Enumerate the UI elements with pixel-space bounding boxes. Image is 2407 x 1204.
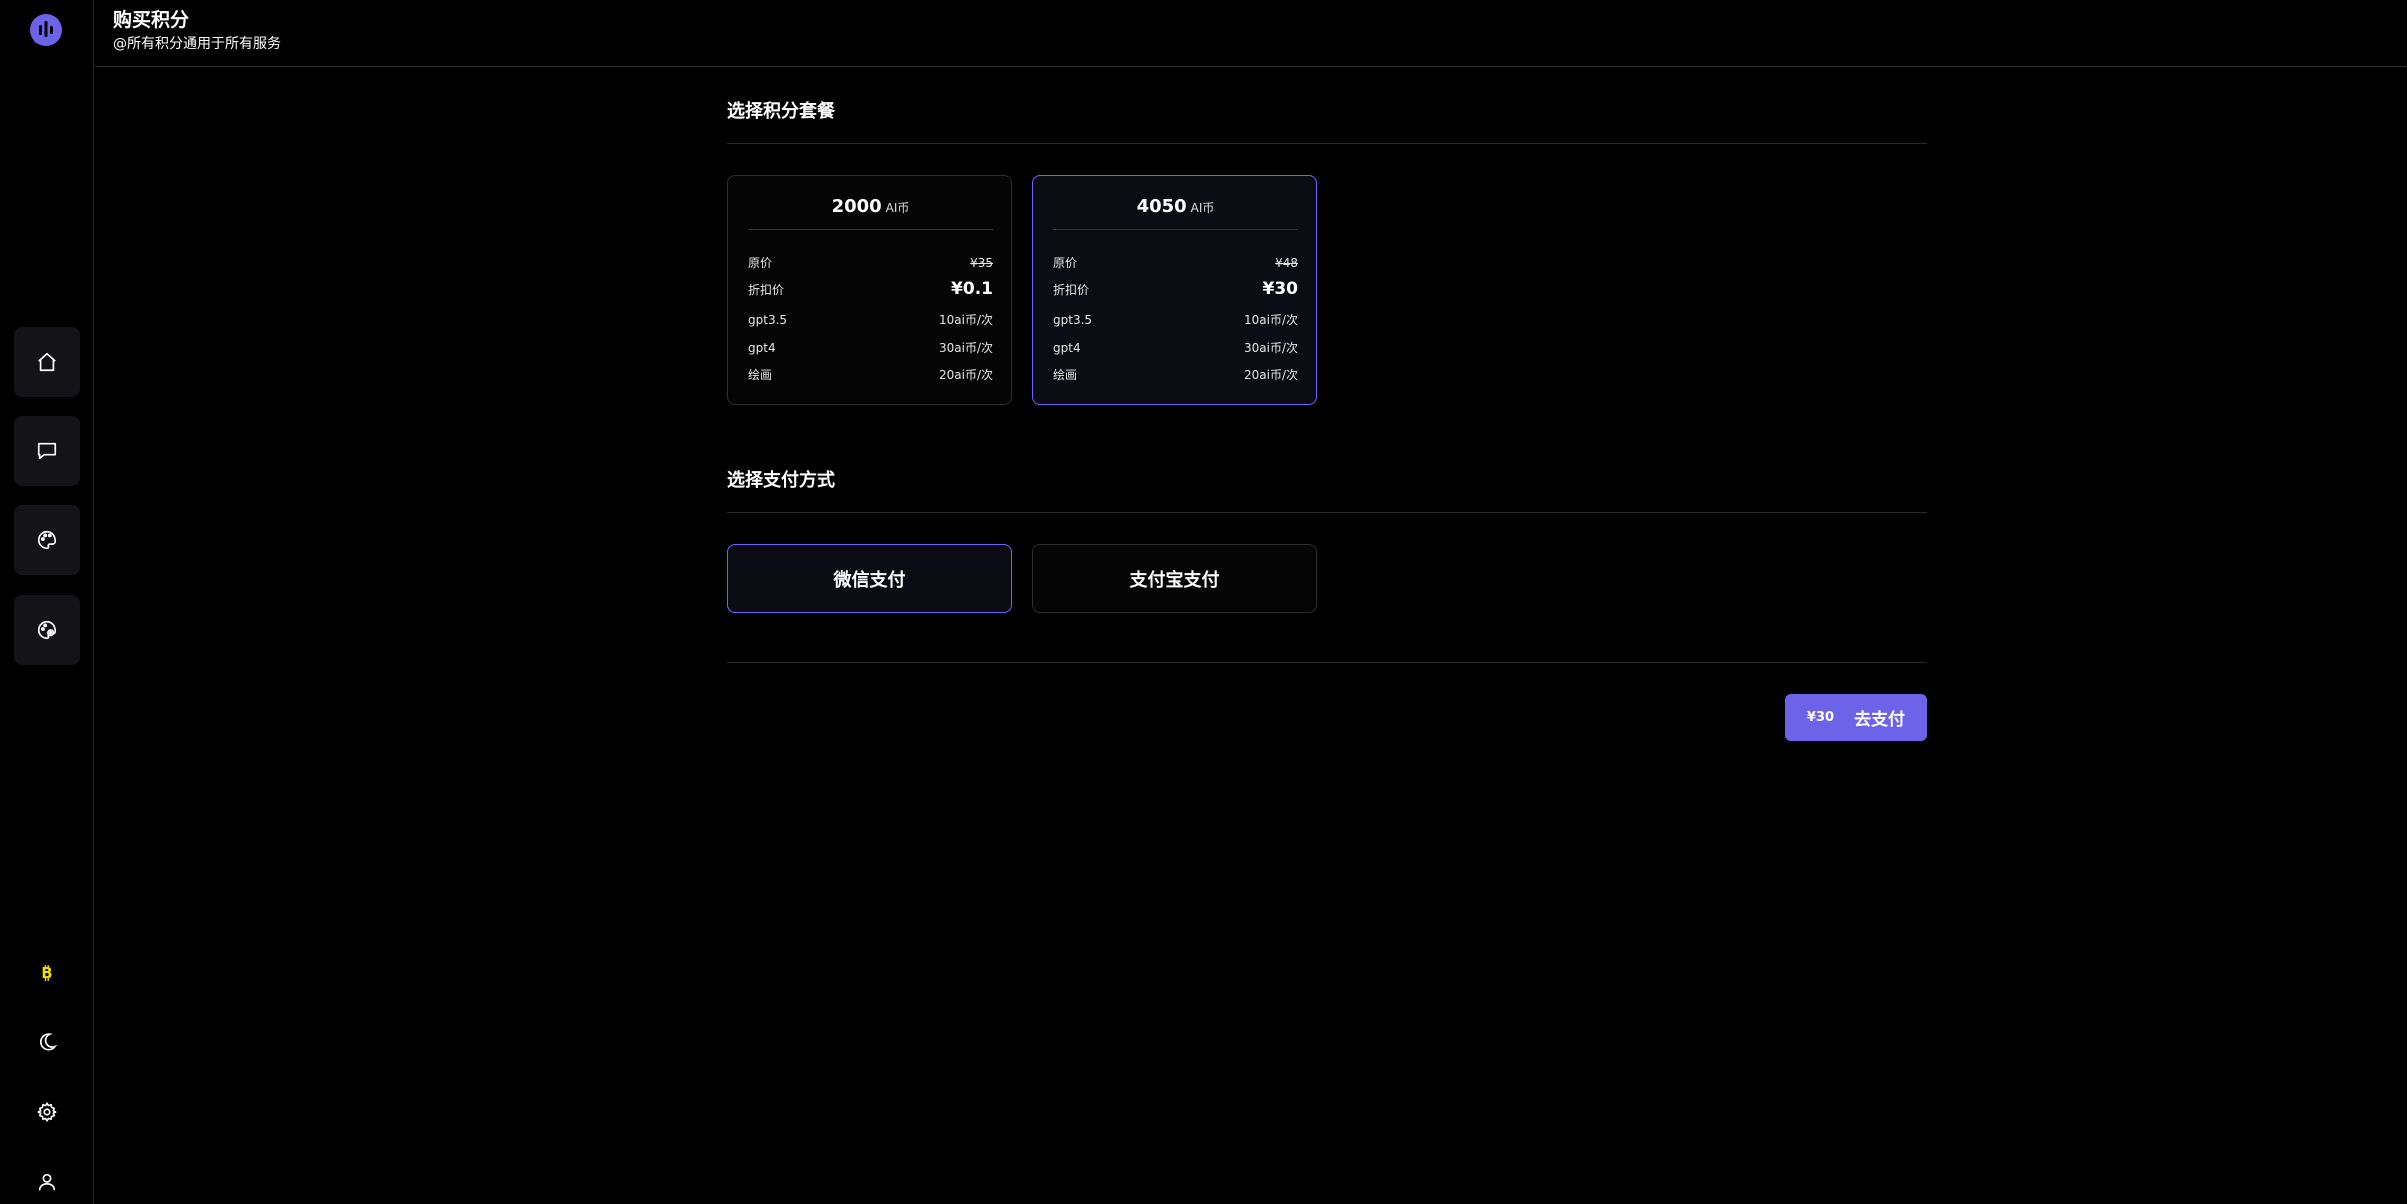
- waveform-bubble-icon[interactable]: [28, 13, 64, 49]
- checkout-amount: ¥30: [1806, 710, 1835, 725]
- moon-icon[interactable]: [31, 1026, 63, 1058]
- rate-value: 10ai币/次: [1243, 313, 1298, 327]
- wechat-pay-option[interactable]: 微信支付: [727, 544, 1012, 613]
- plans-section-title: 选择积分套餐: [727, 101, 835, 122]
- rate-label: gpt4: [748, 340, 776, 355]
- checkout-button[interactable]: ¥30 去支付: [1785, 694, 1927, 741]
- plan-card-4050[interactable]: 4050 AI币 原价 ¥48 折扣价 ¥30 gpt3.5 10ai币/次 gp…: [1032, 175, 1317, 405]
- user-icon[interactable]: [31, 1166, 63, 1198]
- rate-label: 绘画: [1053, 368, 1078, 382]
- rate-row-gpt35: gpt3.5 10ai币/次: [748, 311, 993, 328]
- rate-value: 30ai币/次: [938, 341, 993, 355]
- plan-amount: 2000: [831, 196, 882, 217]
- discount-price: ¥0.1: [951, 279, 993, 299]
- divider: [727, 512, 1927, 513]
- sidebar-item-chat[interactable]: [14, 416, 80, 486]
- home-icon: [38, 352, 56, 372]
- discount-price-row: 折扣价 ¥0.1: [748, 279, 993, 299]
- rate-row-drawing: 绘画 20ai币/次: [748, 366, 993, 383]
- sidebar-item-paint-settings[interactable]: [14, 595, 80, 665]
- rate-row-gpt4: gpt4 30ai币/次: [748, 339, 993, 356]
- discount-price: ¥30: [1262, 279, 1299, 299]
- original-price-row: 原价 ¥48: [1053, 254, 1298, 271]
- palette-settings-icon: [38, 620, 57, 640]
- plan-header: 2000 AI币: [748, 190, 993, 230]
- rate-label: gpt3.5: [748, 312, 788, 327]
- original-price-label: 原价: [1053, 256, 1078, 270]
- svg-text:B: B: [41, 965, 52, 982]
- original-price: ¥48: [1275, 255, 1298, 270]
- rate-value: 20ai币/次: [938, 368, 993, 382]
- divider: [727, 662, 1927, 663]
- discount-price-row: 折扣价 ¥30: [1053, 279, 1298, 299]
- chat-icon: [37, 442, 57, 460]
- original-price-label: 原价: [748, 256, 773, 270]
- sidebar-item-paint[interactable]: [14, 505, 80, 575]
- discount-price-label: 折扣价: [1053, 282, 1090, 297]
- sidebar: B: [0, 0, 94, 1204]
- plan-header: 4050 AI币: [1053, 190, 1298, 230]
- rate-value: 30ai币/次: [1243, 341, 1298, 355]
- alipay-option[interactable]: 支付宝支付: [1032, 544, 1317, 613]
- rate-row-gpt35: gpt3.5 10ai币/次: [1053, 311, 1298, 328]
- rate-value: 20ai币/次: [1243, 368, 1298, 382]
- rate-row-gpt4: gpt4 30ai币/次: [1053, 339, 1298, 356]
- gear-icon[interactable]: [31, 1096, 63, 1128]
- divider: [727, 143, 1927, 144]
- rate-value: 10ai币/次: [938, 313, 993, 327]
- checkout-label: 去支付: [1854, 710, 1906, 730]
- rate-label: 绘画: [748, 368, 773, 382]
- sidebar-item-home[interactable]: [14, 327, 80, 397]
- palette-icon: [38, 530, 57, 550]
- original-price-row: 原价 ¥35: [748, 254, 993, 271]
- rate-label: gpt4: [1053, 340, 1081, 355]
- plan-unit: AI币: [1190, 201, 1215, 215]
- page-title: 购买积分: [113, 9, 190, 31]
- rate-label: gpt3.5: [1053, 312, 1093, 327]
- plan-card-2000[interactable]: 2000 AI币 原价 ¥35 折扣价 ¥0.1 gpt3.5 10ai币/次 g…: [727, 175, 1012, 405]
- bitcoin-icon[interactable]: B: [31, 957, 63, 989]
- original-price: ¥35: [970, 255, 993, 270]
- payment-section-title: 选择支付方式: [727, 470, 835, 491]
- page-subtitle: @所有积分通用于所有服务: [113, 36, 281, 52]
- plan-amount: 4050: [1136, 196, 1187, 217]
- discount-price-label: 折扣价: [748, 282, 785, 297]
- page-header: 购买积分 @所有积分通用于所有服务: [95, 0, 2407, 67]
- plan-unit: AI币: [885, 201, 910, 215]
- rate-row-drawing: 绘画 20ai币/次: [1053, 366, 1298, 383]
